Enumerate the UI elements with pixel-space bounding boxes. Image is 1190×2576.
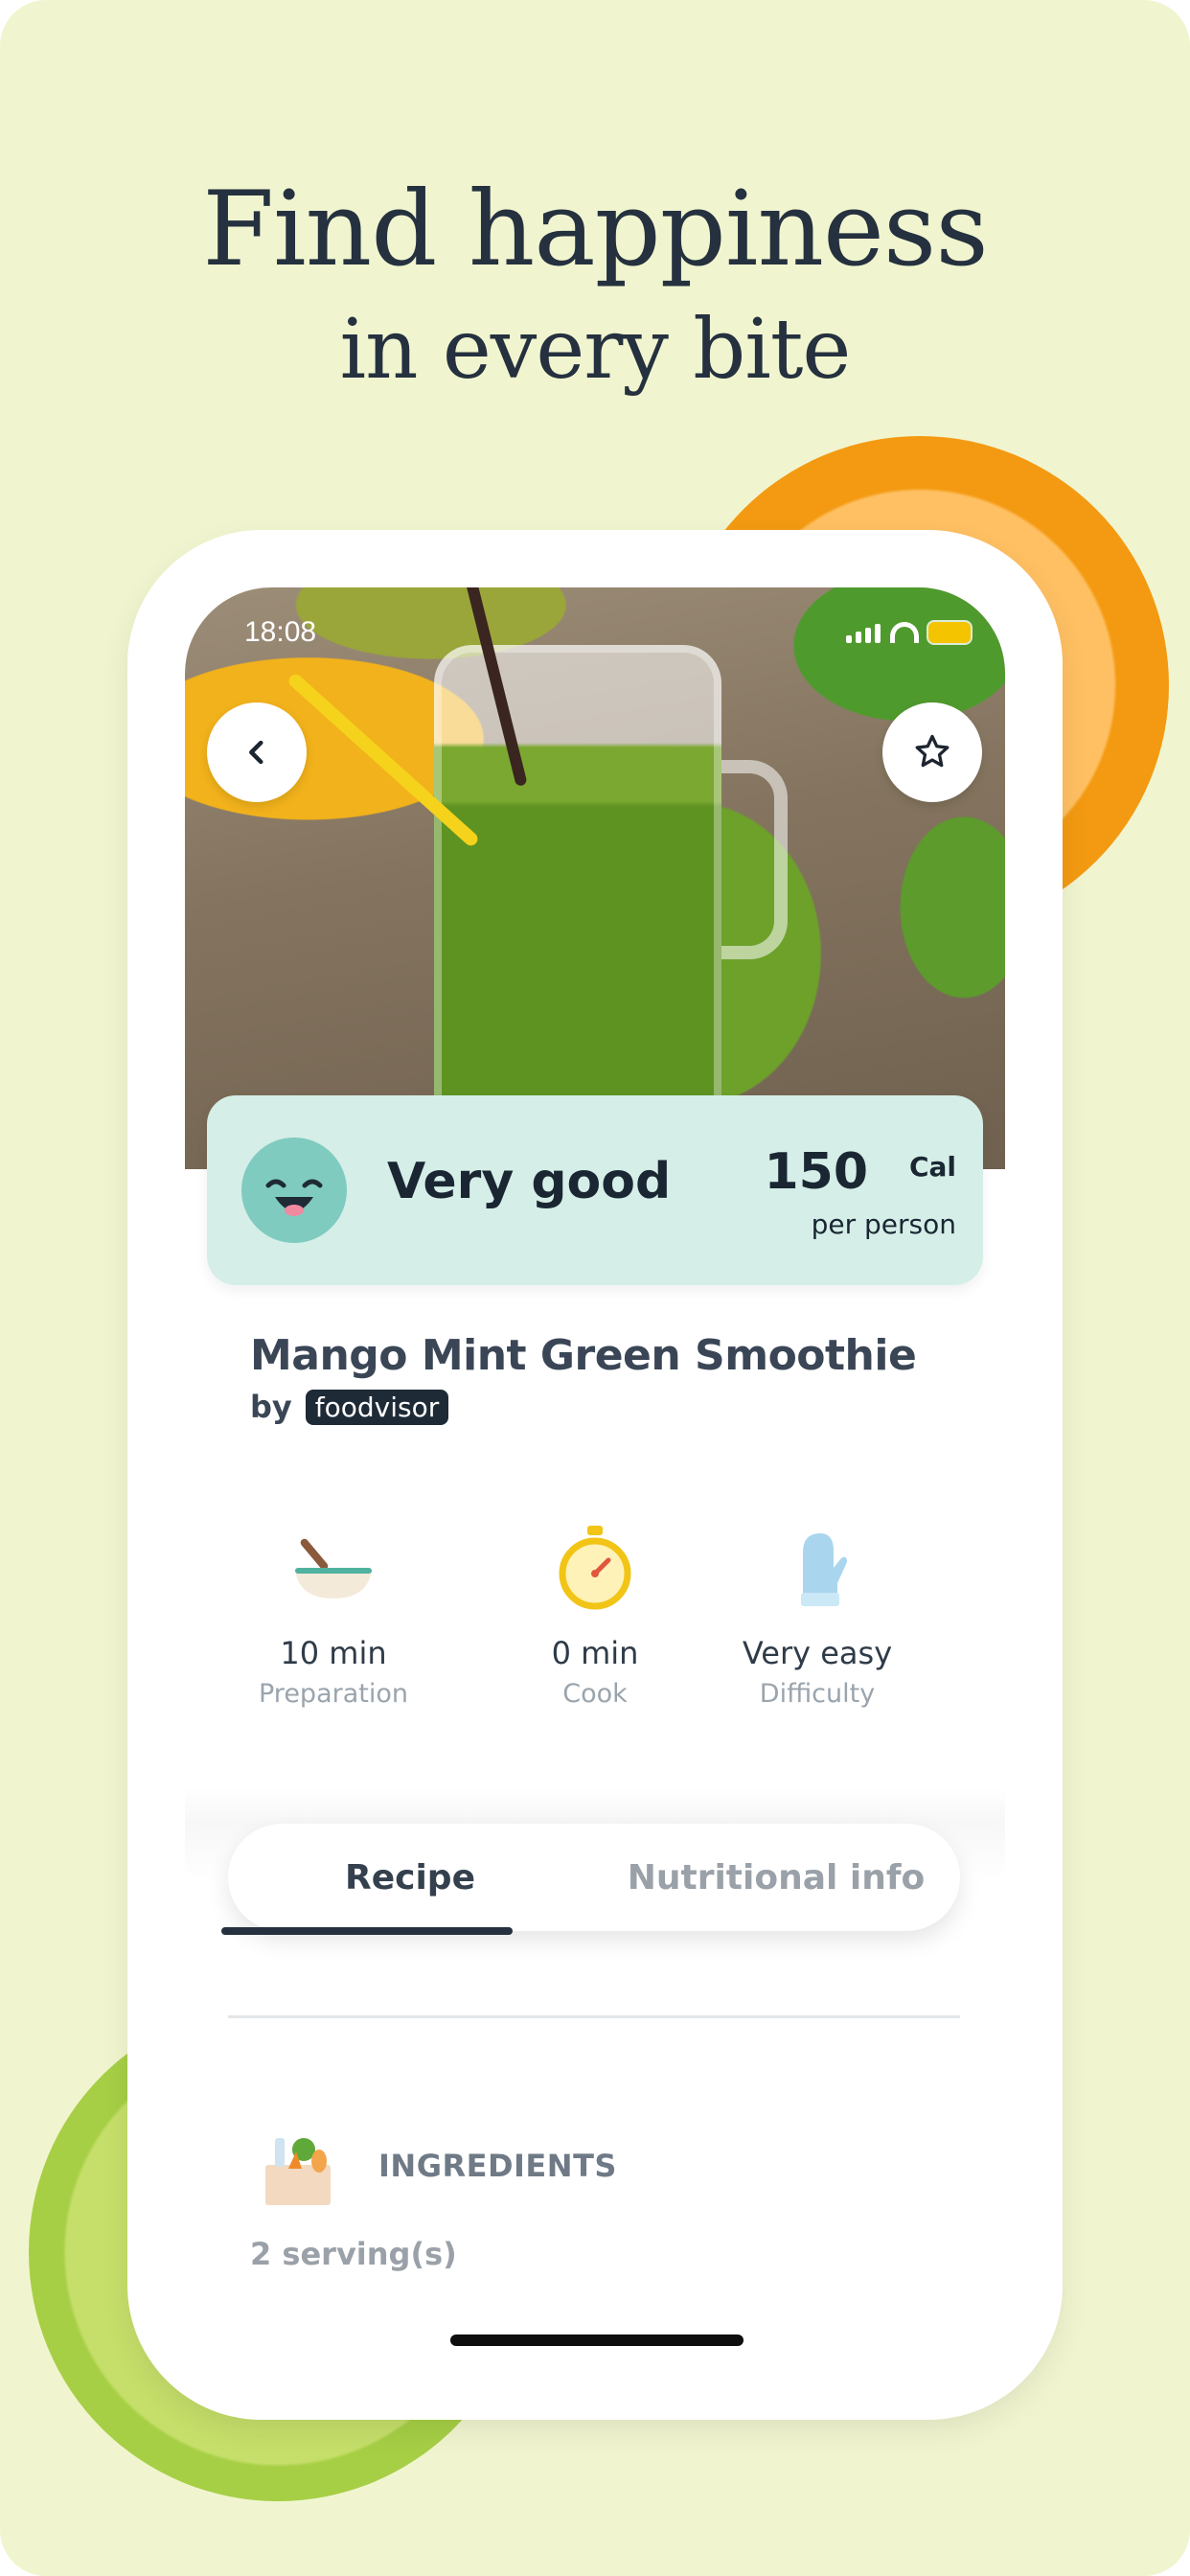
back-button[interactable] — [207, 702, 307, 802]
meta-cook: 0 min Cook — [485, 1522, 705, 1709]
score-label: Very good — [387, 1153, 672, 1210]
battery-icon — [928, 622, 971, 643]
bowl-icon — [223, 1522, 444, 1614]
home-indicator[interactable] — [450, 2334, 744, 2346]
app-store-screenshot: Find happiness in every bite 18:08 Very … — [0, 0, 1190, 2576]
section-divider — [228, 2015, 960, 2018]
nutrition-score-card: Very good 150 Cal per person — [207, 1095, 983, 1285]
wifi-icon — [890, 622, 919, 643]
promo-headline: Find happiness in every bite — [0, 163, 1190, 402]
chevron-left-icon — [249, 740, 263, 765]
preparation-value: 10 min — [280, 1635, 387, 1671]
favorite-button[interactable] — [882, 702, 982, 802]
calories-value: 150 — [764, 1143, 868, 1201]
status-time: 18:08 — [244, 616, 317, 648]
difficulty-value: Very easy — [742, 1635, 893, 1671]
author-prefix: by — [250, 1389, 292, 1425]
preparation-label: Preparation — [259, 1679, 408, 1709]
recipe-tabs: Recipe Nutritional info — [228, 1824, 960, 1931]
calories-unit: Cal — [908, 1151, 956, 1183]
cook-label: Cook — [562, 1679, 628, 1709]
headline-line-2: in every bite — [339, 302, 852, 398]
signal-icon — [846, 624, 881, 643]
author-brand-badge[interactable]: foodvisor — [305, 1389, 449, 1425]
meta-difficulty: Very easy Difficulty — [707, 1522, 927, 1709]
oven-mitt-icon — [707, 1522, 927, 1614]
timer-icon — [485, 1522, 705, 1614]
servings-text[interactable]: 2 serving(s) — [250, 2236, 457, 2272]
calories-basis: per person — [811, 1208, 956, 1240]
active-tab-indicator — [221, 1927, 513, 1935]
grocery-bag-icon — [262, 2130, 334, 2207]
headline-line-1: Find happiness — [202, 170, 989, 289]
smoothie-jar — [434, 645, 721, 1134]
difficulty-label: Difficulty — [759, 1679, 876, 1709]
cook-value: 0 min — [551, 1635, 639, 1671]
happy-face-icon — [241, 1138, 347, 1243]
star-icon — [915, 734, 950, 768]
recipe-photo — [185, 587, 1005, 1169]
tab-recipe[interactable]: Recipe — [228, 1824, 592, 1931]
status-icons — [846, 622, 971, 643]
meta-preparation: 10 min Preparation — [223, 1522, 444, 1709]
recipe-title: Mango Mint Green Smoothie — [250, 1331, 917, 1380]
recipe-screen: 18:08 Very good 150 Cal per person Mango… — [185, 587, 1005, 2370]
recipe-author: by foodvisor — [250, 1389, 449, 1425]
ingredients-heading: INGREDIENTS — [378, 2148, 617, 2184]
tab-nutritional-info[interactable]: Nutritional info — [592, 1824, 960, 1931]
